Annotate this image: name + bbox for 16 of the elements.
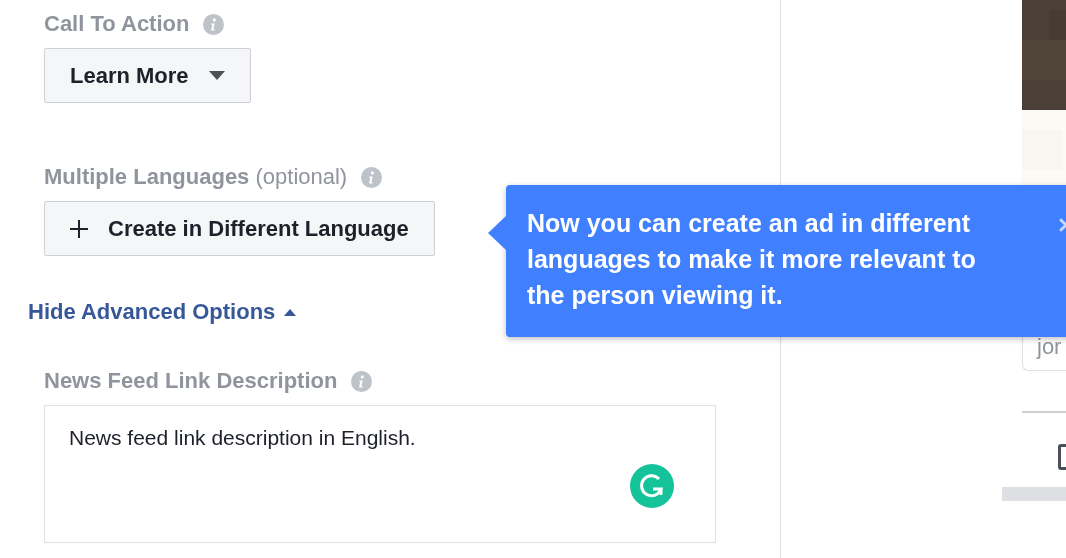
text-area-field[interactable]: News feed link description in English.	[44, 405, 716, 543]
field-label: News Feed Link Description	[44, 368, 338, 394]
grammar-checker-icon[interactable]	[630, 464, 674, 508]
caret-icon	[208, 71, 225, 80]
plus-icon	[70, 219, 88, 238]
info-icon[interactable]	[203, 13, 225, 35]
dropdown-button[interactable]: Learn More	[44, 48, 251, 103]
tooltip-text: Now you can create an ad in different languages to make it more relevant to the person viewing it.	[527, 208, 976, 311]
create-language-button[interactable]: Create in Different Language	[44, 201, 435, 256]
info-icon[interactable]	[351, 370, 373, 392]
placeholder-bar	[1002, 487, 1066, 501]
advanced-options-link[interactable]: Hide Advanced Options	[28, 299, 297, 325]
preview-text: jor	[1037, 334, 1063, 360]
field-label: Call To Action	[44, 11, 190, 37]
field-label: Multiple Languages (optional)	[44, 164, 348, 190]
info-icon[interactable]	[361, 166, 383, 188]
